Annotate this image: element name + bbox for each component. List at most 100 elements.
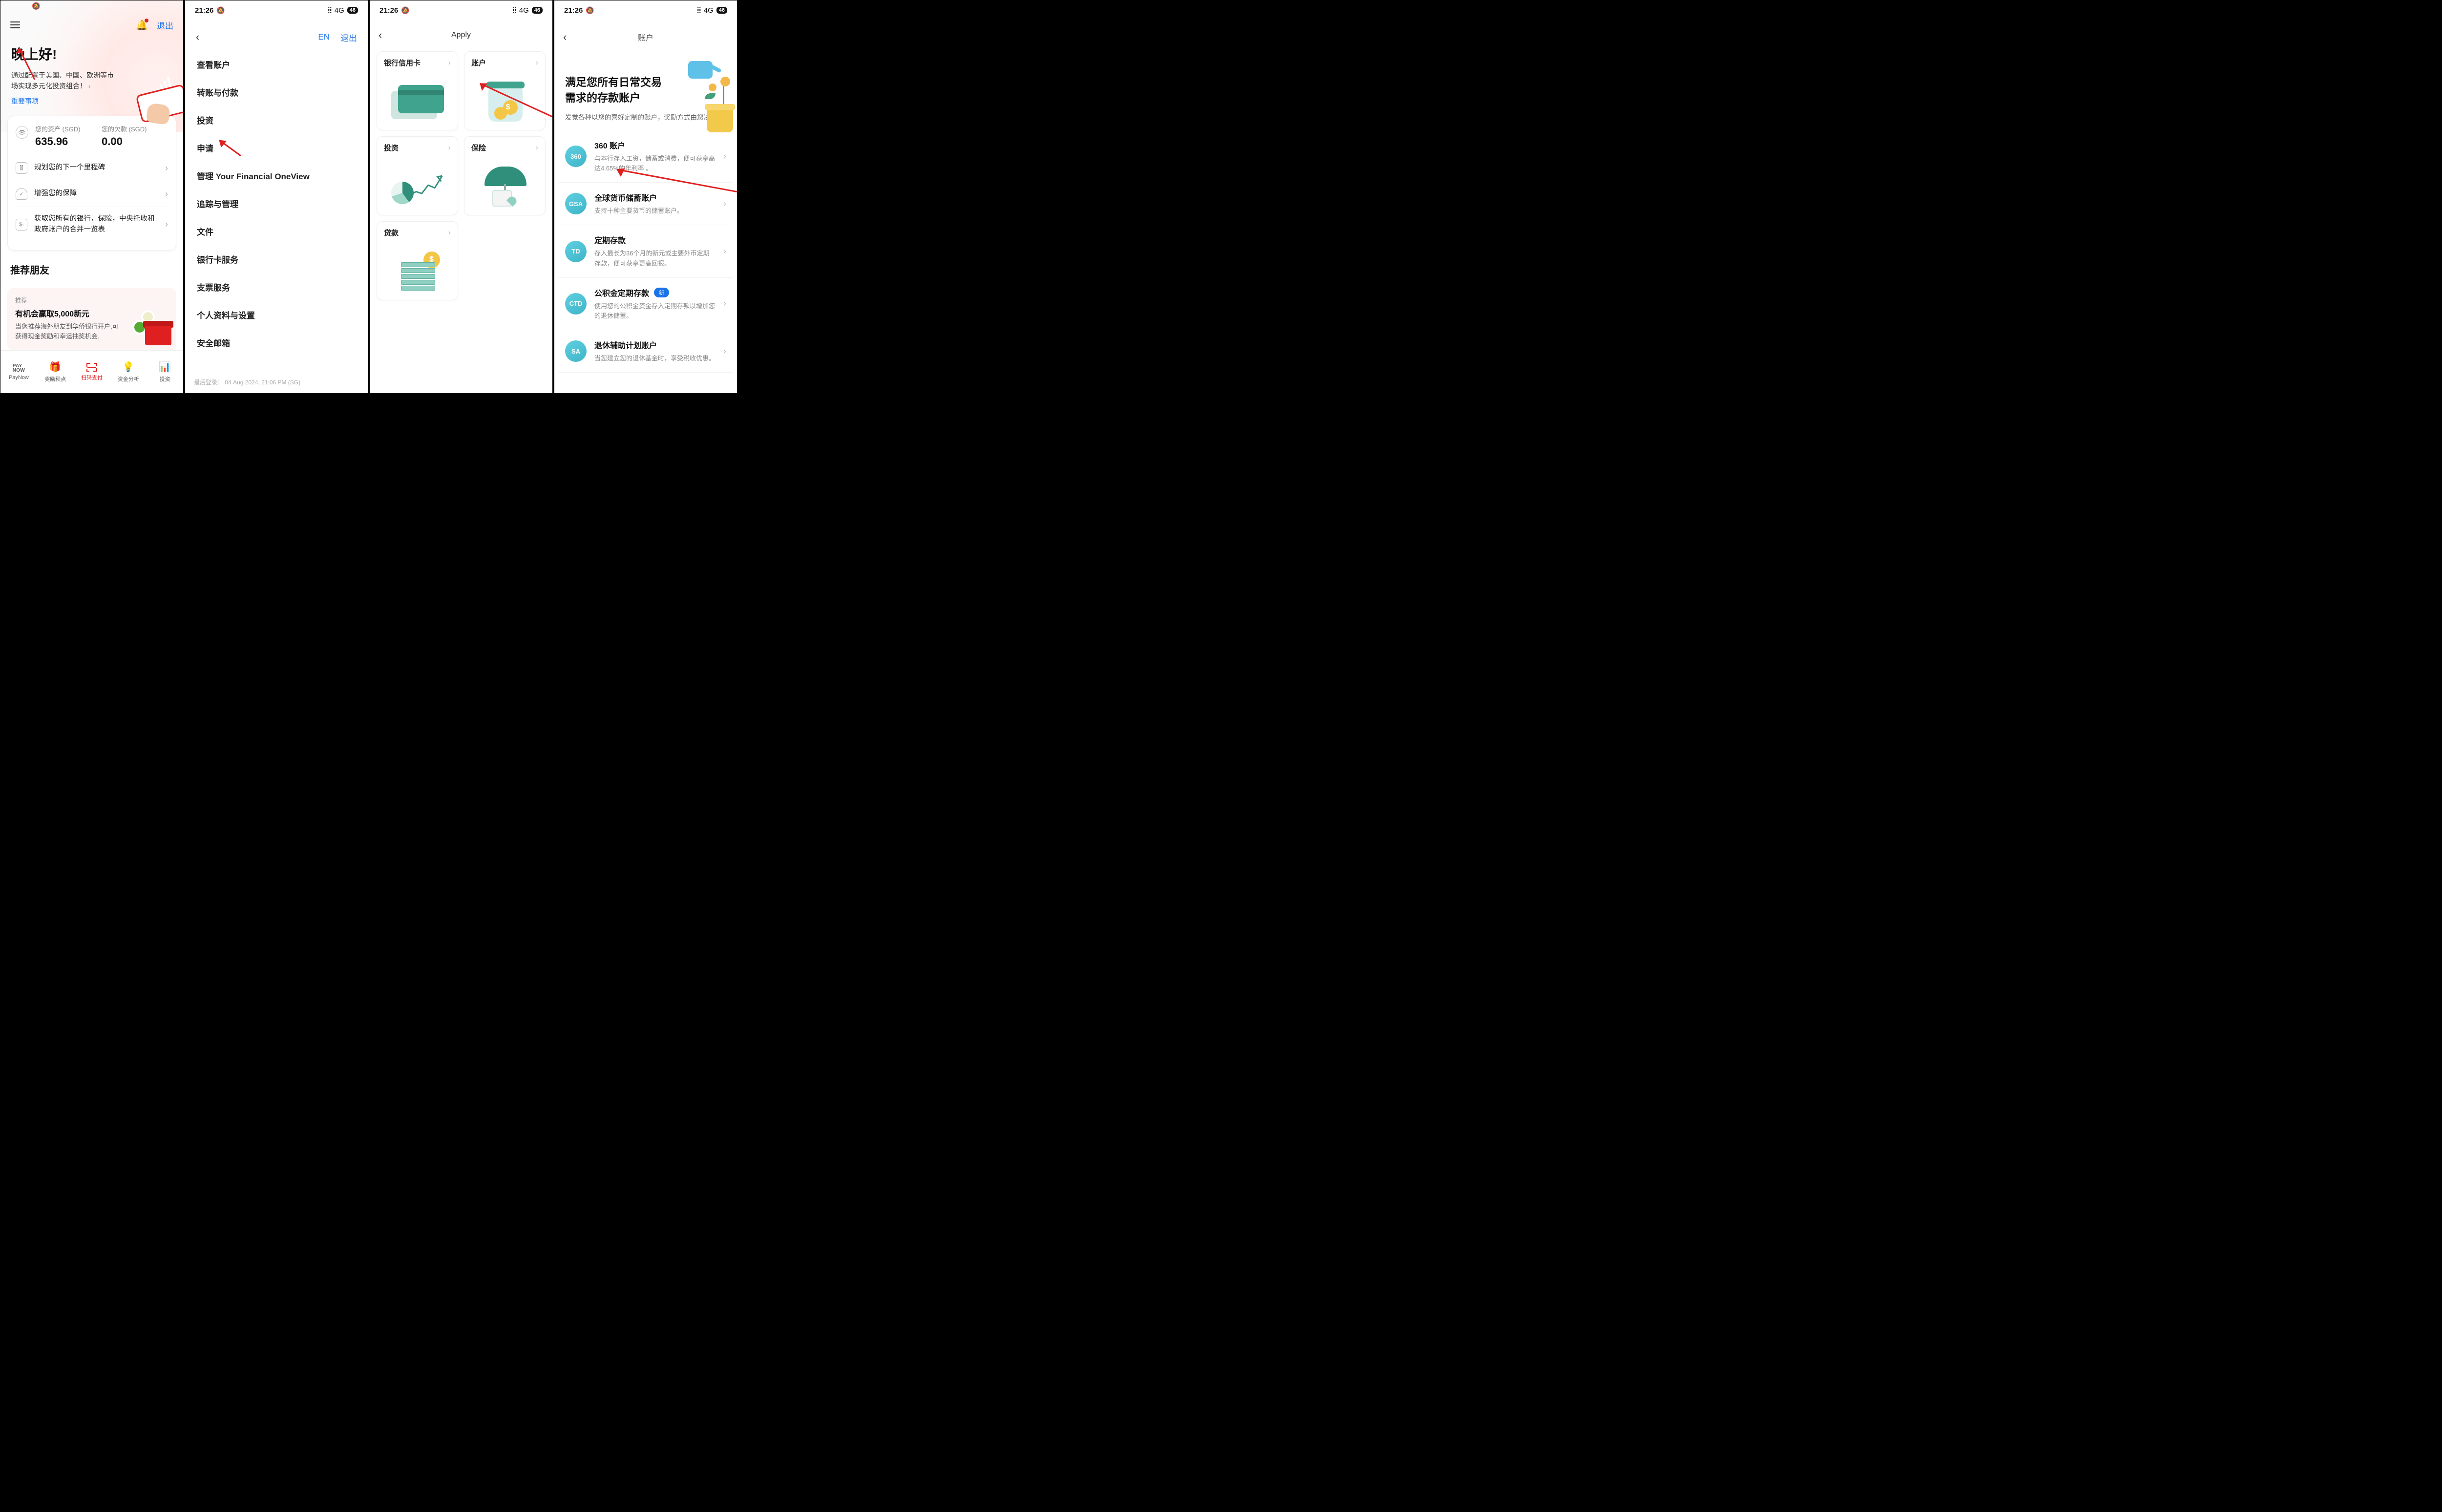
hamburger-icon[interactable] [10, 21, 20, 28]
tab-invest-label: 投资 [160, 375, 170, 383]
account-row-gsa[interactable]: GSA 全球货币储蓄账户支持十种主要货币的储蓄账户。 › [558, 183, 733, 225]
network-label: 4G [335, 6, 344, 15]
logout-link[interactable]: 退出 [157, 19, 173, 31]
tab-invest[interactable]: 📊 投资 [147, 351, 183, 393]
account-row-ctd[interactable]: CTD 公积金定期存款新使用您的公积金资金存入定期存款以增加您的退休储蓄。 › [558, 278, 733, 330]
back-icon[interactable]: ‹ [196, 31, 199, 43]
statusbar: 21:26🔕 ⁞⁞4G46 [554, 0, 737, 20]
language-toggle[interactable]: EN [318, 32, 330, 42]
tab-paynow-label: PayNow [9, 375, 29, 380]
assets-value: 635.96 [35, 135, 102, 148]
account-row-td[interactable]: TD 定期存款存入最长为36个月的新元或主要外币定期存款，便可获享更高回报。 › [558, 225, 733, 277]
chevron-right-icon: › [723, 246, 726, 256]
menu-item-track[interactable]: 追踪与管理 [190, 189, 363, 217]
hero-illustration [125, 81, 183, 125]
menu-item-apply[interactable]: 申请 [190, 134, 363, 162]
tile-label: 账户 [471, 58, 486, 68]
signal-icon: ⁞⁞ [697, 6, 701, 15]
important-link[interactable]: 重要事项 [11, 96, 39, 106]
chevron-right-icon: › [448, 59, 451, 67]
mute-icon: 🔕 [216, 6, 225, 15]
bulb-icon: 💡 [122, 361, 134, 373]
chevron-right-icon: › [723, 346, 726, 357]
tile-insurance[interactable]: 保险› [464, 136, 546, 215]
tab-rewards[interactable]: 🎁奖励积点 [37, 351, 74, 393]
screen-sidemenu: 21:26🔕 ⁞⁞4G46 ‹ EN 退出 查看账户 转账与付款 投资 申请 管… [185, 0, 368, 394]
status-time: 21:26 [564, 6, 583, 15]
menu-item-transfer[interactable]: 转账与付款 [190, 78, 363, 106]
status-time: 21:26 [195, 6, 213, 15]
hero-section: 满足您所有日常交易需求的存款账户 发觉各种以您的喜好定制的账户，奖励方式由您决定… [554, 48, 737, 127]
action-protect-label: 增强您的保障 [34, 189, 158, 199]
menu-item-invest[interactable]: 投资 [190, 106, 363, 134]
shield-icon: ✓ [16, 188, 27, 200]
screen-account-types: 21:26🔕 ⁞⁞4G46 ‹ 账户 满足您所有日常交易需求的存款账户 发觉各种… [554, 0, 737, 394]
chevron-right-icon: › [723, 199, 726, 209]
logout-link[interactable]: 退出 [340, 31, 357, 43]
invest-illustration [388, 167, 447, 206]
visibility-toggle-icon[interactable]: 👁 [16, 126, 28, 139]
menu-item-docs[interactable]: 文件 [190, 217, 363, 245]
debt-label: 您的欠款 (SGD) [102, 124, 168, 133]
tile-label: 银行信用卡 [384, 58, 421, 68]
row-title: 定期存款 [594, 234, 716, 246]
row-title: 全球货币储蓄账户 [594, 191, 716, 203]
action-plan-label: 规划您的下一个里程碑 [34, 163, 158, 173]
debt-value: 0.00 [102, 135, 168, 148]
network-label: 4G [704, 6, 714, 15]
screen-apply: 21:26🔕 ⁞⁞4G46 ‹ Apply 银行信用卡› 账户› $ 投资› 保… [369, 0, 553, 394]
signal-icon: ⁞⁞ [328, 6, 332, 15]
page-title: 账户 [554, 31, 737, 43]
plant-illustration [674, 57, 737, 135]
last-login: 最后登录： 04 Aug 2024, 21:06 PM (SG) [185, 371, 368, 393]
chevron-right-icon: › [536, 59, 538, 67]
tile-accounts[interactable]: 账户 › $ [464, 51, 546, 130]
battery-icon: 46 [347, 7, 358, 14]
menu-item-oneview[interactable]: 管理 Your Financial OneView [190, 162, 363, 189]
chart-icon: ⫿⫿ [16, 162, 27, 174]
tab-scan[interactable]: 扫码支付 [74, 351, 110, 393]
bars-icon: 📊 [159, 361, 171, 373]
account-row-sa[interactable]: SA 退休辅助计划账户当您建立您的退休基金时，享受税收优惠。 › [558, 330, 733, 373]
assets-label: 您的资产 (SGD) [35, 124, 102, 133]
notification-dot [145, 19, 148, 22]
chevron-right-icon: › [165, 163, 168, 173]
menu-item-accounts[interactable]: 查看账户 [190, 50, 363, 78]
menu-item-mailbox[interactable]: 安全邮箱 [190, 329, 363, 357]
menu-item-cards[interactable]: 银行卡服务 [190, 245, 363, 273]
account-row-360[interactable]: 360 360 账户与本行存入工资，储蓄或消费，便可获享高达4.65%的年利率 … [558, 130, 733, 183]
tab-funds-label: 资金分析 [118, 375, 139, 383]
gift-icon: 🎁 [49, 361, 62, 373]
bell-icon[interactable]: 🔔 [136, 19, 148, 31]
row-desc: 支持十种主要货币的储蓄账户。 [594, 206, 716, 216]
loan-illustration: $ [388, 250, 447, 294]
action-protect[interactable]: ✓ 增强您的保障 › [16, 181, 168, 207]
tile-creditcard[interactable]: 银行信用卡 › [377, 51, 458, 130]
menu-item-cheque[interactable]: 支票服务 [190, 273, 363, 301]
row-desc: 使用您的公积金资金存入定期存款以增加您的退休储蓄。 [594, 301, 716, 321]
chevron-right-icon: › [165, 189, 168, 199]
tile-label: 保险 [471, 143, 486, 153]
action-oneview[interactable]: $· 获取您所有的银行，保险，中央托收和政府账户的合并一览表 › [16, 207, 168, 242]
badge-sa: SA [565, 340, 587, 362]
refer-tag: 推荐 [15, 296, 168, 304]
promo-text: 通过配置于美国、中国、欧洲等市场实现多元化投资组合！ › [11, 70, 114, 91]
balance-card: 👁 您的资产 (SGD) 635.96 您的欠款 (SGD) 0.00 ⫿⫿ 规… [7, 116, 176, 251]
tile-loan[interactable]: 贷款› $ [377, 221, 458, 300]
row-desc: 与本行存入工资，储蓄或消费，便可获享高达4.65%的年利率 。 [594, 154, 716, 173]
refer-card[interactable]: 推荐 有机会赢取5,000新元 当您推荐海外朋友到华侨银行开户,可获得现金奖励和… [7, 288, 176, 350]
action-plan[interactable]: ⫿⫿ 规划您的下一个里程碑 › [16, 155, 168, 181]
chevron-right-icon: › [448, 144, 451, 152]
tile-invest[interactable]: 投资 › [377, 136, 458, 215]
battery-icon: 46 [716, 7, 727, 14]
statusbar: 21:26🔕 ⁞⁞4G46 [370, 0, 552, 20]
tab-funds[interactable]: 💡 资金分析 [110, 351, 147, 393]
mute-icon: 🔕 [586, 6, 594, 15]
tile-label: 投资 [384, 143, 399, 153]
tab-paynow[interactable]: PAYNOWPayNow [0, 351, 37, 393]
jar-illustration: $ [481, 80, 529, 124]
menu-item-profile[interactable]: 个人资料与设置 [190, 301, 363, 329]
refer-desc: 当您推荐海外朋友到华侨银行开户,可获得现金奖励和幸运抽奖机会. [15, 322, 123, 341]
badge-360: 360 [565, 146, 587, 167]
row-desc: 存入最长为36个月的新元或主要外币定期存款，便可获享更高回报。 [594, 249, 716, 268]
